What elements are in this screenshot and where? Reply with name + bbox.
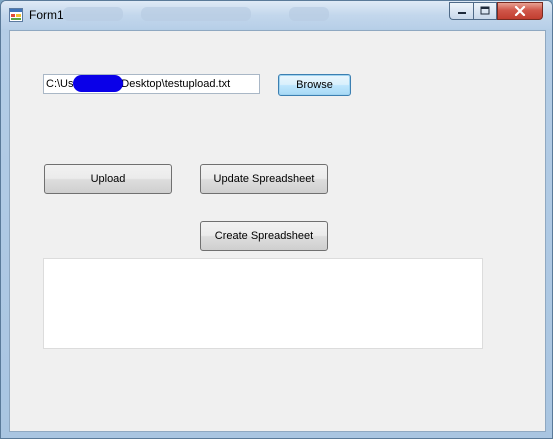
maximize-button[interactable] bbox=[473, 2, 497, 20]
form-client-area: C:\User Desktop\testupload.txt Browse Upl… bbox=[9, 30, 546, 432]
file-path-suffix: Desktop\testupload.txt bbox=[121, 78, 231, 90]
upload-button[interactable]: Upload bbox=[44, 164, 172, 194]
redaction-mark bbox=[73, 75, 124, 92]
update-spreadsheet-button[interactable]: Update Spreadsheet bbox=[200, 164, 328, 194]
background-title-blur bbox=[289, 7, 329, 21]
minimize-icon bbox=[457, 12, 466, 14]
window-title: Form1 bbox=[29, 8, 64, 22]
update-spreadsheet-label: Update Spreadsheet bbox=[213, 173, 315, 185]
close-icon bbox=[514, 6, 526, 16]
create-spreadsheet-button[interactable]: Create Spreadsheet bbox=[200, 221, 328, 251]
background-title-blur bbox=[63, 7, 123, 21]
file-path-input[interactable]: C:\User Desktop\testupload.txt bbox=[43, 74, 260, 94]
browse-button[interactable]: Browse bbox=[278, 74, 351, 96]
browse-button-label: Browse bbox=[296, 79, 333, 91]
close-button[interactable] bbox=[497, 2, 543, 20]
form-app-icon bbox=[9, 8, 23, 22]
background-title-blur bbox=[141, 7, 251, 21]
output-listbox[interactable] bbox=[43, 258, 483, 349]
minimize-button[interactable] bbox=[449, 2, 473, 20]
form1-window: Form1 C:\User Desktop\testupload.txt Brow… bbox=[0, 0, 553, 439]
maximize-icon bbox=[480, 6, 490, 15]
create-spreadsheet-label: Create Spreadsheet bbox=[214, 230, 314, 242]
upload-button-label: Upload bbox=[90, 173, 126, 185]
title-bar[interactable]: Form1 bbox=[1, 1, 552, 29]
